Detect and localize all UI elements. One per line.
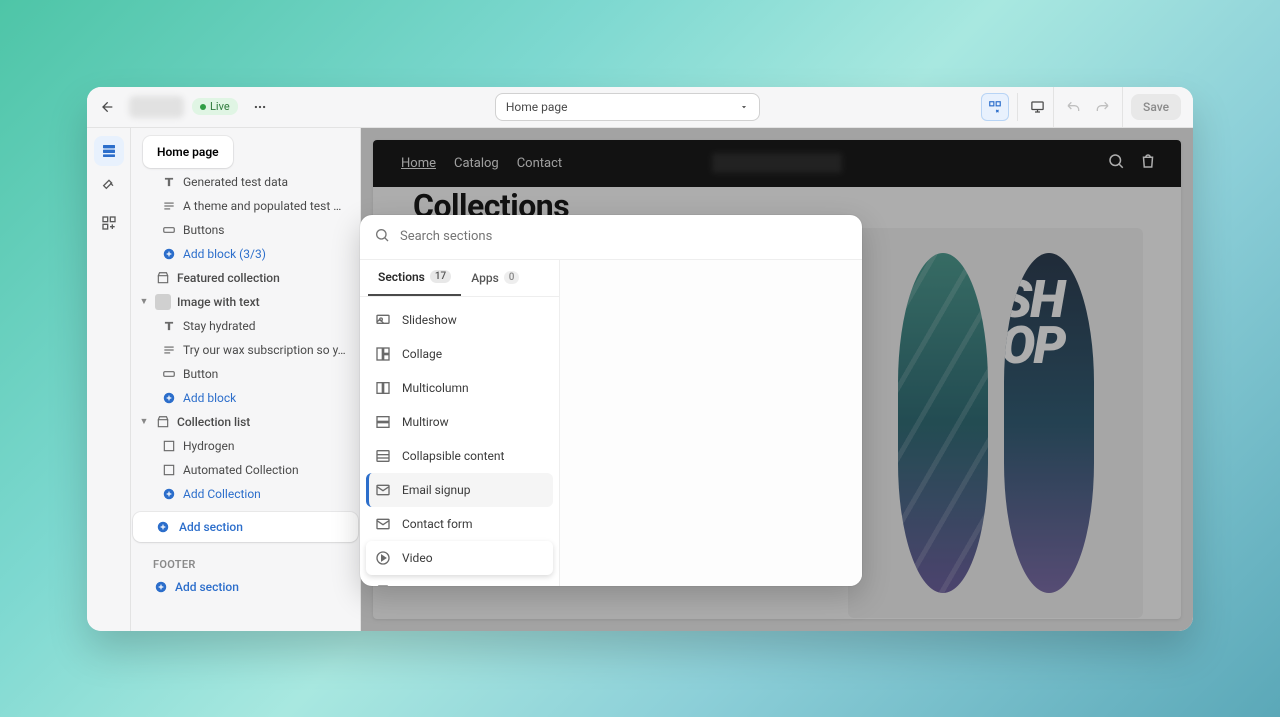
plus-circle-icon (153, 579, 169, 595)
section-item-blog-posts[interactable]: Blog posts (366, 575, 553, 586)
plus-circle-icon (161, 246, 177, 262)
plus-circle-icon (155, 519, 171, 535)
section-item-multicolumn[interactable]: Multicolumn (366, 371, 553, 405)
tree-block-automated-collection[interactable]: Automated Collection (131, 458, 360, 482)
search-sections-input[interactable] (400, 229, 848, 244)
document-icon (374, 583, 392, 586)
section-item-slideshow[interactable]: Slideshow (366, 303, 553, 337)
store-header: Home Catalog Contact (373, 140, 1181, 187)
snowboard-green (898, 253, 988, 593)
button-icon (161, 366, 177, 382)
section-item-collapsible[interactable]: Collapsible content (366, 439, 553, 473)
tree-block-stay-hydrated[interactable]: Stay hydrated (131, 314, 360, 338)
desktop-viewport-button[interactable] (1017, 93, 1045, 121)
paragraph-icon (161, 198, 177, 214)
tree-section-featured-collection[interactable]: Featured collection (131, 266, 360, 290)
page-selector-label: Home page (506, 100, 568, 114)
text-icon (161, 318, 177, 334)
nav-catalog[interactable]: Catalog (454, 156, 499, 171)
sections-count-badge: 17 (430, 270, 451, 283)
section-item-multirow[interactable]: Multirow (366, 405, 553, 439)
search-icon[interactable] (1107, 152, 1125, 174)
tree-section-collection-list[interactable]: ▼ Collection list (131, 410, 360, 434)
collection-icon (155, 414, 171, 430)
snowboard-shopify (1004, 253, 1094, 593)
tab-sections[interactable]: Sections 17 (368, 260, 461, 296)
chevron-down-icon[interactable]: ▼ (139, 296, 149, 307)
section-item-contact-form[interactable]: Contact form (366, 507, 553, 541)
tree-block-theme-populated[interactable]: A theme and populated test … (131, 194, 360, 218)
tree-block-buttons[interactable]: Buttons (131, 218, 360, 242)
search-icon (374, 227, 390, 247)
plus-circle-icon (161, 390, 177, 406)
nav-contact[interactable]: Contact (517, 156, 562, 171)
tree-block-generated-data[interactable]: Generated test data (131, 170, 360, 194)
frame-icon (161, 438, 177, 454)
undo-button[interactable] (1062, 95, 1086, 119)
collection-icon (155, 270, 171, 286)
sections-sidebar: Home page Generated test data A theme an… (131, 128, 361, 631)
tree-section-image-with-text[interactable]: ▼ Image with text (131, 290, 360, 314)
paragraph-icon (161, 342, 177, 358)
add-collection[interactable]: Add Collection (131, 482, 360, 506)
image-thumbnail-icon (155, 294, 171, 310)
tree-block-wax-subscription[interactable]: Try our wax subscription so y… (131, 338, 360, 362)
footer-group-label: FOOTER (131, 548, 360, 575)
store-logo-blurred (712, 153, 842, 173)
section-item-video[interactable]: Video (366, 541, 553, 575)
save-button[interactable]: Save (1131, 94, 1181, 120)
add-block[interactable]: Add block (131, 386, 360, 410)
top-bar: Live Home page (87, 87, 1193, 128)
multirow-icon (374, 413, 392, 431)
tree-block-hydrogen[interactable]: Hydrogen (131, 434, 360, 458)
live-dot-icon (200, 104, 206, 110)
multicolumn-icon (374, 379, 392, 397)
add-block-counted[interactable]: Add block (3/3) (131, 242, 360, 266)
section-item-email-signup[interactable]: Email signup (366, 473, 553, 507)
chevron-down-icon[interactable]: ▼ (139, 416, 149, 427)
envelope-icon (374, 481, 392, 499)
redo-button[interactable] (1090, 95, 1114, 119)
rail-theme-settings-icon[interactable] (94, 172, 124, 202)
list-icon (374, 447, 392, 465)
slideshow-icon (374, 311, 392, 329)
cart-icon[interactable] (1139, 152, 1157, 174)
plus-circle-icon (161, 486, 177, 502)
add-section-popup: Sections 17 Apps 0 Slideshow C (360, 215, 862, 586)
button-icon (161, 222, 177, 238)
footer-add-section[interactable]: Add section (131, 575, 360, 599)
nav-home[interactable]: Home (401, 156, 436, 171)
live-status-badge: Live (192, 98, 238, 115)
tab-apps[interactable]: Apps 0 (461, 260, 529, 296)
nav-rail (87, 128, 131, 631)
live-label: Live (210, 100, 230, 113)
tree-block-button[interactable]: Button (131, 362, 360, 386)
section-inspector-button[interactable] (981, 93, 1009, 121)
exit-button[interactable] (93, 93, 121, 121)
chevron-down-icon (739, 102, 749, 112)
play-circle-icon (374, 549, 392, 567)
frame-icon (161, 462, 177, 478)
text-icon (161, 174, 177, 190)
rail-sections-icon[interactable] (94, 136, 124, 166)
add-section-button[interactable]: Add section (133, 512, 358, 542)
section-item-collage[interactable]: Collage (366, 337, 553, 371)
envelope-icon (374, 515, 392, 533)
snowboard-product-image (848, 228, 1143, 618)
section-preview-pane (560, 260, 862, 586)
page-selector[interactable]: Home page (495, 93, 760, 121)
sidebar-title-chip: Home page (143, 136, 233, 168)
rail-apps-icon[interactable] (94, 208, 124, 238)
apps-count-badge: 0 (504, 271, 520, 284)
more-button[interactable] (246, 93, 274, 121)
theme-name-blurred (129, 96, 184, 118)
collage-icon (374, 345, 392, 363)
